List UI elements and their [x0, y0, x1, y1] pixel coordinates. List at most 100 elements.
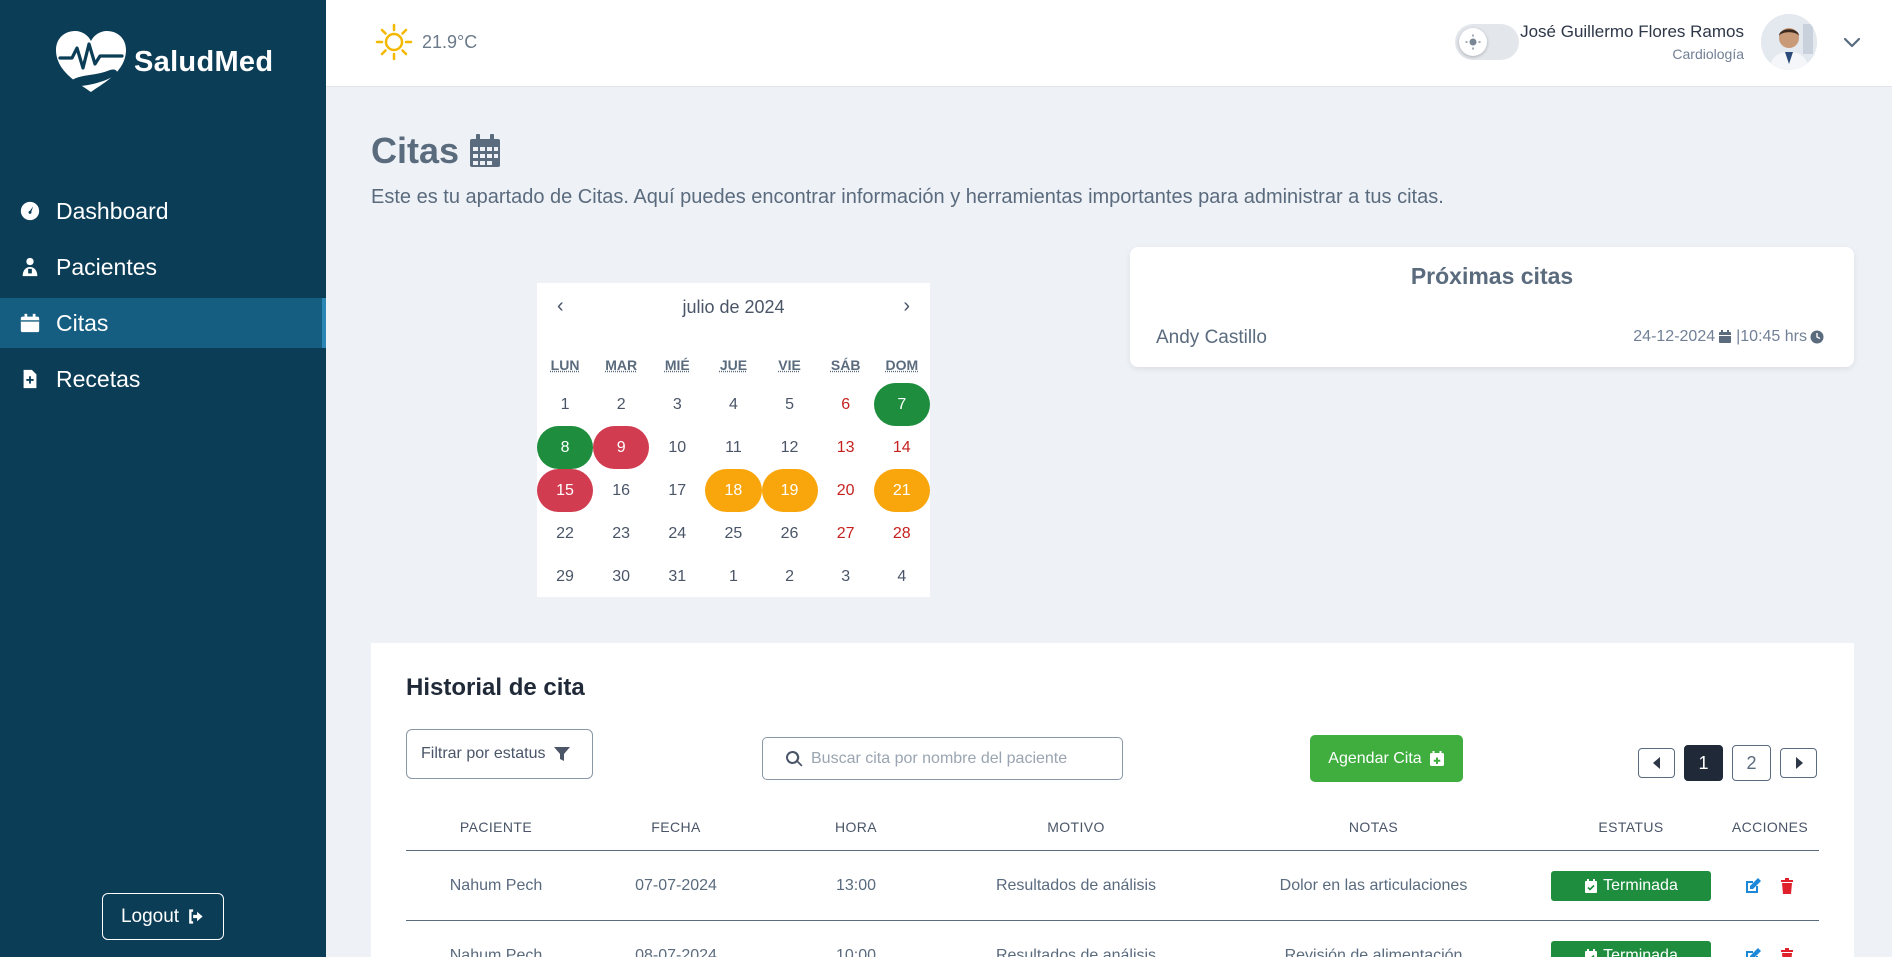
- weather-widget: 21.9°C: [374, 22, 477, 62]
- calendar-day[interactable]: 23: [593, 512, 649, 555]
- sidebar-item-citas[interactable]: Citas: [0, 298, 326, 348]
- sidebar: SaludMed Dashboard Pacientes Citas Recet…: [0, 0, 326, 957]
- calendar-day[interactable]: 12: [762, 426, 818, 469]
- calendar-day-next-month[interactable]: 3: [818, 555, 874, 598]
- weekday-label: DOM: [885, 357, 919, 373]
- column-header[interactable]: HORA: [766, 819, 946, 835]
- edit-icon[interactable]: [1744, 947, 1762, 957]
- upcoming-date: 24-12-2024: [1633, 328, 1716, 345]
- theme-toggle[interactable]: [1455, 24, 1519, 60]
- calendar-day[interactable]: 30: [593, 555, 649, 598]
- column-header[interactable]: FECHA: [586, 819, 766, 835]
- calendar-check-icon: [1585, 948, 1598, 957]
- calendar-day[interactable]: 1: [537, 383, 593, 426]
- sidebar-item-dashboard[interactable]: Dashboard: [0, 186, 326, 236]
- calendar-day[interactable]: 17: [649, 469, 705, 512]
- column-header[interactable]: ESTATUS: [1541, 819, 1721, 835]
- status-badge: Terminada: [1551, 870, 1711, 901]
- calendar-day[interactable]: 5: [762, 383, 818, 426]
- calendar-day[interactable]: 14: [874, 426, 930, 469]
- calendar-day[interactable]: 6: [818, 383, 874, 426]
- sun-icon: [375, 23, 413, 61]
- calendar-icon: [470, 134, 501, 167]
- column-header[interactable]: NOTAS: [1206, 819, 1541, 835]
- calendar-day[interactable]: 27: [818, 512, 874, 555]
- weekday-label: LUN: [550, 357, 580, 373]
- calendar-plus-icon: [1429, 750, 1444, 766]
- column-header[interactable]: PACIENTE: [406, 819, 586, 835]
- search-icon: [786, 750, 803, 766]
- avatar[interactable]: [1761, 14, 1817, 70]
- calendar-day[interactable]: 31: [649, 555, 705, 598]
- calendar-month-label[interactable]: julio de 2024: [537, 297, 930, 318]
- gauge-icon: [18, 199, 42, 223]
- calendar-day[interactable]: 13: [818, 426, 874, 469]
- calendar-day[interactable]: 16: [593, 469, 649, 512]
- calendar-day[interactable]: 11: [705, 426, 761, 469]
- cell-time: 10:00: [835, 946, 877, 957]
- calendar-days: 1 2 3 4 5 6 7 8 9 10 11 12 13 14 15 16 1…: [537, 383, 930, 598]
- theme-toggle-knob: [1459, 28, 1487, 56]
- cell-notes: Dolor en las articulaciones: [1279, 876, 1468, 894]
- calendar-day-cancelled[interactable]: 15: [537, 469, 594, 512]
- calendar-day[interactable]: 24: [649, 512, 705, 555]
- calendar-day-cancelled[interactable]: 9: [593, 426, 650, 469]
- edit-icon[interactable]: [1744, 877, 1762, 895]
- status-badge: Terminada: [1551, 940, 1711, 957]
- calendar-day[interactable]: 25: [705, 512, 761, 555]
- calendar-day-completed[interactable]: 7: [873, 383, 930, 426]
- weekday-label: MAR: [605, 357, 638, 373]
- calendar-day[interactable]: 26: [762, 512, 818, 555]
- sidebar-item-pacientes[interactable]: Pacientes: [0, 242, 326, 292]
- calendar-day[interactable]: 29: [537, 555, 593, 598]
- column-header: ACCIONES: [1731, 818, 1809, 835]
- column-header[interactable]: MOTIVO: [946, 819, 1206, 835]
- logo[interactable]: SaludMed: [52, 28, 273, 96]
- history-title: Historial de cita: [406, 674, 585, 701]
- cell-date: 08-07-2024: [635, 946, 717, 957]
- calendar-day-completed[interactable]: 8: [537, 426, 594, 469]
- calendar-day-next-month[interactable]: 1: [705, 555, 761, 598]
- trash-icon[interactable]: [1778, 947, 1796, 957]
- pagination-page-2[interactable]: 2: [1732, 745, 1771, 781]
- status-label: Terminada: [1603, 876, 1678, 894]
- pagination-next-button[interactable]: [1780, 748, 1817, 778]
- calendar-day[interactable]: 28: [874, 512, 930, 555]
- trash-icon[interactable]: [1778, 877, 1796, 895]
- calendar-day[interactable]: 2: [593, 383, 649, 426]
- pagination-prev-button[interactable]: [1638, 748, 1675, 778]
- appointments-table: PACIENTE FECHA HORA MOTIVO NOTAS ESTATUS…: [406, 803, 1819, 957]
- calendar-day[interactable]: 10: [649, 426, 705, 469]
- cell-reason: Resultados de análisis: [995, 946, 1157, 957]
- calendar-day[interactable]: 4: [705, 383, 761, 426]
- sidebar-item-recetas[interactable]: Recetas: [0, 354, 326, 404]
- chevron-down-icon[interactable]: [1840, 30, 1864, 54]
- temperature-value: 21.9°C: [422, 31, 478, 52]
- user-info[interactable]: José Guillermo Flores Ramos Cardiología: [1520, 22, 1744, 62]
- calendar-next-button[interactable]: ›: [903, 295, 910, 318]
- sidebar-item-label: Dashboard: [56, 197, 169, 224]
- calendar-day-next-month[interactable]: 4: [874, 555, 930, 598]
- cell-time: 13:00: [835, 876, 877, 894]
- calendar-day[interactable]: 3: [649, 383, 705, 426]
- appointment-history-card: Historial de cita Filtrar por estatus Ag…: [371, 643, 1854, 957]
- calendar-day[interactable]: 20: [818, 469, 874, 512]
- schedule-appointment-button[interactable]: Agendar Cita: [1310, 735, 1463, 782]
- calendar-day-next-month[interactable]: 2: [762, 555, 818, 598]
- weekday-label: VIE: [778, 357, 801, 373]
- filter-status-button[interactable]: Filtrar por estatus: [406, 729, 593, 779]
- sign-out-icon: [189, 909, 203, 924]
- search-input[interactable]: [811, 749, 1111, 768]
- calendar-header: ‹ julio de 2024 ›: [537, 295, 930, 321]
- status-label: Terminada: [1603, 946, 1678, 957]
- calendar-day-pending[interactable]: 18: [705, 469, 762, 512]
- calendar-icon: [18, 311, 42, 335]
- logout-button[interactable]: Logout: [102, 893, 224, 940]
- calendar-day-pending[interactable]: 21: [873, 469, 930, 512]
- caret-left-icon: [1652, 757, 1660, 769]
- table-row: Nahum Pech 08-07-2024 10:00 Resultados d…: [406, 921, 1819, 957]
- calendar-day[interactable]: 22: [537, 512, 593, 555]
- search-box[interactable]: [762, 737, 1123, 780]
- calendar-day-pending[interactable]: 19: [761, 469, 818, 512]
- pagination-page-1[interactable]: 1: [1684, 745, 1723, 781]
